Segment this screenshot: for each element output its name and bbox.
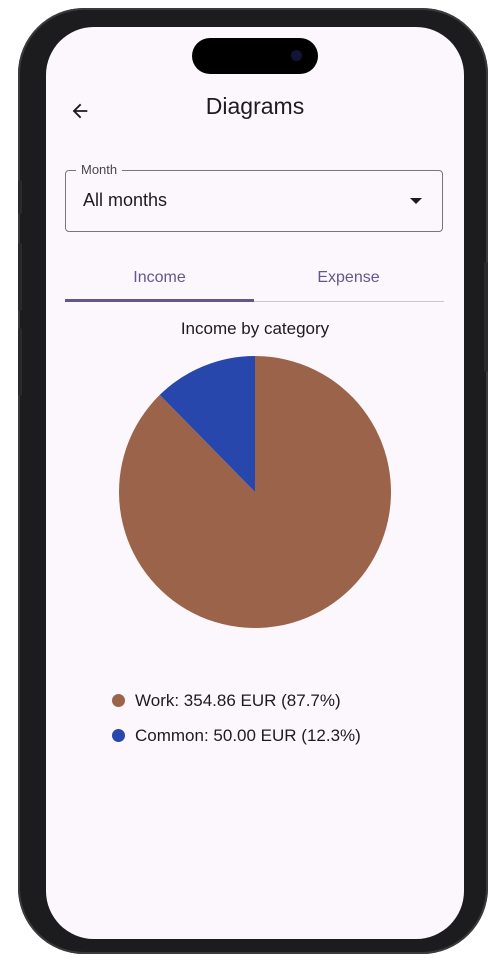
legend-dot-work [112,694,125,707]
phone-volume-down-button [18,328,22,396]
phone-power-button [484,262,488,372]
legend-item-work: Work: 354.86 EUR (87.7%) [112,683,452,718]
chart-legend: Work: 354.86 EUR (87.7%) Common: 50.00 E… [112,683,452,753]
legend-text-common: Common: 50.00 EUR (12.3%) [135,725,361,745]
page-title: Diagrams [205,93,305,119]
status-bar [46,27,464,83]
month-dropdown[interactable]: Month All months [65,162,443,232]
phone-volume-up-button [18,243,22,311]
tab-expense[interactable]: Expense [254,255,443,301]
month-field-value: All months [83,190,168,210]
triangle-down-icon [410,198,422,204]
tab-income-label: Income [133,269,186,286]
tab-expense-label: Expense [317,269,380,286]
app-screen: Diagrams Month All months Income Expense… [46,27,464,939]
legend-item-common: Common: 50.00 EUR (12.3%) [112,718,452,753]
tab-bar: Income Expense [65,255,444,302]
dynamic-island [192,38,318,74]
phone-action-button [18,180,22,214]
pie-chart [118,355,392,629]
month-field-label: Month [76,162,123,177]
legend-dot-common [112,729,125,742]
chart-title: Income by category [180,319,330,338]
tab-indicator [65,299,254,302]
pie-chart-svg [118,356,391,628]
camera-icon [291,50,302,61]
legend-text-work: Work: 354.86 EUR (87.7%) [135,690,341,710]
app-bar: Diagrams [46,83,464,139]
tab-income[interactable]: Income [65,255,254,301]
